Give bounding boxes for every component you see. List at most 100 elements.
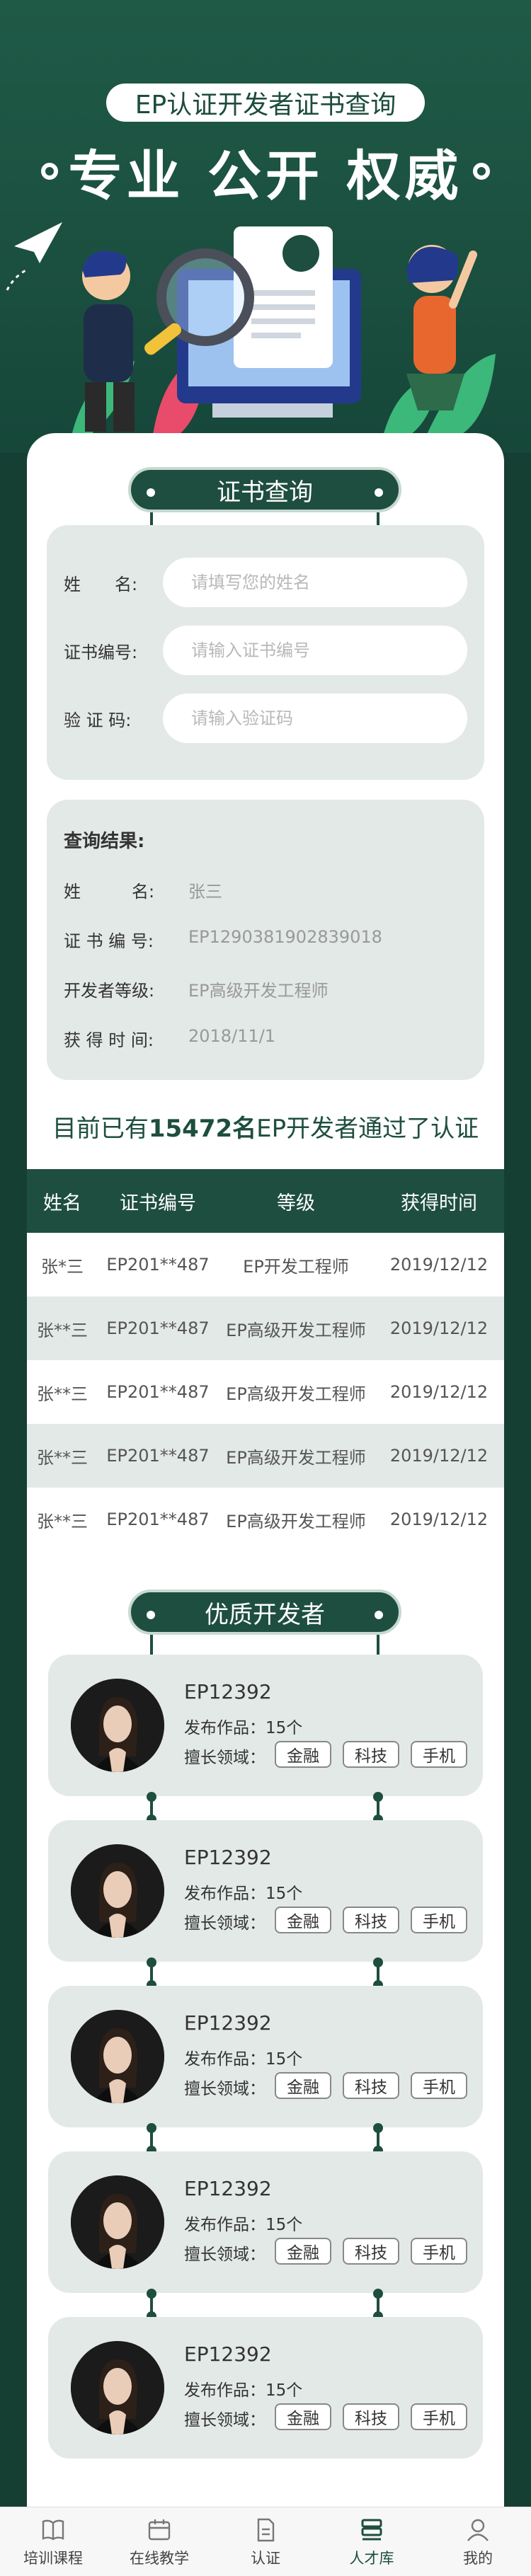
- connector-dot: [373, 1792, 383, 1802]
- developer-tag: 科技: [343, 2238, 399, 2265]
- connector-dot: [147, 1792, 156, 1802]
- result-cert-value: EP1290381902839018: [188, 927, 382, 947]
- pill-dot-left: [147, 1611, 155, 1619]
- developer-works: 发布作品：15个: [184, 2050, 303, 2069]
- database-icon: [361, 2519, 382, 2540]
- connector-dot: [373, 2123, 383, 2133]
- tab-label: 认证: [251, 2549, 280, 2567]
- developer-tag: 金融: [275, 2238, 331, 2265]
- developer-tag: 手机: [411, 1907, 467, 1933]
- developer-id: EP12392: [184, 2177, 272, 2200]
- cell-name: 张**三: [37, 1320, 88, 1340]
- developer-tag: 手机: [411, 2403, 467, 2430]
- hero-banner: EP认证开发者证书查询 专业 公开 权威: [0, 0, 531, 453]
- developer-card[interactable]: EP12392 发布作品：15个 擅长领域： 金融 科技 手机: [48, 2151, 483, 2293]
- developer-id: EP12392: [184, 1846, 272, 1869]
- user-icon: [467, 2519, 489, 2541]
- cell-name: 张**三: [37, 1511, 88, 1531]
- avatar: [71, 1844, 164, 1938]
- cell-name: 张**三: [37, 1384, 88, 1404]
- cell-level: EP高级开发工程师: [226, 1511, 366, 1531]
- cell-level: EP高级开发工程师: [226, 1384, 366, 1404]
- certified-table: 姓名 证书编号 等级 获得时间 张*三 EP201**487 EP开发工程师 2…: [27, 1169, 504, 1551]
- query-form-panel: 姓 名: 证书编号: 验 证 码:: [47, 525, 484, 780]
- developer-card[interactable]: EP12392 发布作品：15个 擅长领域： 金融 科技 手机: [48, 1986, 483, 2127]
- avatar: [71, 1679, 164, 1772]
- table-row: 张**三 EP201**487 EP高级开发工程师 2019/12/12: [27, 1296, 504, 1360]
- avatar: [71, 2341, 164, 2434]
- cell-date: 2019/12/12: [389, 1510, 489, 1529]
- cert-no-label: 证书编号:: [64, 642, 138, 662]
- developer-field-label: 擅长领域：: [184, 1914, 266, 1933]
- tab-talent[interactable]: 人才库: [319, 2507, 425, 2576]
- captcha-input[interactable]: [163, 694, 467, 743]
- cell-cert-no: EP201**487: [106, 1510, 210, 1529]
- cert-no-input[interactable]: [163, 626, 467, 675]
- cell-date: 2019/12/12: [389, 1446, 489, 1466]
- tab-label: 人才库: [349, 2549, 394, 2567]
- hero-title: 专业 公开 权威: [68, 144, 463, 207]
- hero-illustration: [6, 222, 496, 439]
- tab-label: 在线教学: [130, 2549, 189, 2567]
- developer-field-label: 擅长领域：: [184, 2411, 266, 2430]
- result-level-label: 开发者等级:: [64, 981, 155, 1001]
- connector-dot: [147, 2289, 156, 2299]
- calendar-icon: [148, 2519, 171, 2540]
- stat-prefix: 目前已有: [52, 1115, 149, 1143]
- developer-card[interactable]: EP12392 发布作品：15个 擅长领域： 金融 科技 手机: [48, 2317, 483, 2459]
- developer-tag: 科技: [343, 1907, 399, 1933]
- captcha-row: 验 证 码:: [64, 694, 467, 743]
- col-level: 等级: [277, 1192, 315, 1214]
- stat-suffix: EP开发者通过了认证: [256, 1115, 479, 1143]
- certified-count-banner: 目前已有15472名EP开发者通过了认证: [27, 1109, 504, 1144]
- cell-date: 2019/12/12: [389, 1255, 489, 1275]
- query-title-label: 证书查询: [217, 478, 313, 507]
- developer-id: EP12392: [184, 1680, 272, 1703]
- cell-level: EP开发工程师: [243, 1256, 349, 1277]
- hero-pill: EP认证开发者证书查询: [106, 84, 425, 122]
- connector-dot: [373, 1957, 383, 1967]
- developer-tag: 手机: [411, 1741, 467, 1768]
- col-date: 获得时间: [401, 1192, 477, 1214]
- cell-cert-no: EP201**487: [106, 1255, 210, 1275]
- developer-works: 发布作品：15个: [184, 2381, 303, 2400]
- developer-tag: 手机: [411, 2238, 467, 2265]
- name-row: 姓 名:: [64, 558, 467, 607]
- developer-tag: 科技: [343, 2072, 399, 2099]
- developer-field-label: 擅长领域：: [184, 2246, 266, 2264]
- developer-works: 发布作品：15个: [184, 2216, 303, 2234]
- cell-date: 2019/12/12: [389, 1318, 489, 1338]
- tab-online[interactable]: 在线教学: [106, 2507, 212, 2576]
- table-row: 张**三 EP201**487 EP高级开发工程师 2019/12/12: [27, 1360, 504, 1424]
- table-header: 姓名 证书编号 等级 获得时间: [27, 1169, 504, 1233]
- result-title: 查询结果:: [64, 831, 145, 852]
- pill-dot-right: [375, 488, 383, 497]
- captcha-label: 验 证 码:: [64, 710, 132, 730]
- result-panel: 查询结果: 姓 名: 张三 证 书 编 号: EP129038190283901…: [47, 800, 484, 1080]
- document-icon: [257, 2518, 275, 2541]
- cell-name: 张**三: [37, 1447, 88, 1468]
- developers-title: 优质开发者: [128, 1589, 401, 1635]
- pill-dot-right: [375, 1611, 383, 1619]
- result-cert-label: 证 书 编 号:: [64, 931, 154, 951]
- developer-card[interactable]: EP12392 发布作品：15个 擅长领域： 金融 科技 手机: [48, 1820, 483, 1962]
- cell-name: 张*三: [41, 1256, 84, 1277]
- name-input[interactable]: [163, 558, 467, 607]
- developer-card[interactable]: EP12392 发布作品：15个 擅长领域： 金融 科技 手机: [48, 1655, 483, 1796]
- developer-field-label: 擅长领域：: [184, 1749, 266, 1767]
- developer-tag: 金融: [275, 1907, 331, 1933]
- table-row: 张**三 EP201**487 EP高级开发工程师 2019/12/12: [27, 1424, 504, 1488]
- developer-tag: 科技: [343, 1741, 399, 1768]
- cell-level: EP高级开发工程师: [226, 1320, 366, 1340]
- tab-label: 培训课程: [23, 2549, 83, 2567]
- avatar: [71, 2010, 164, 2103]
- developer-tag: 金融: [275, 2403, 331, 2430]
- tab-training[interactable]: 培训课程: [0, 2507, 106, 2576]
- tab-certify[interactable]: 认证: [212, 2507, 319, 2576]
- bottom-tab-bar: 培训课程 在线教学 认证 人才库 我的: [0, 2507, 531, 2576]
- pill-dot-left: [147, 488, 155, 497]
- cell-date: 2019/12/12: [389, 1382, 489, 1402]
- developer-works: 发布作品：15个: [184, 1885, 303, 1903]
- content-card: 证书查询 姓 名: 证书编号: 验 证 码: 查询结果: 姓 名: 张三 证 书…: [27, 433, 504, 2514]
- tab-mine[interactable]: 我的: [425, 2507, 531, 2576]
